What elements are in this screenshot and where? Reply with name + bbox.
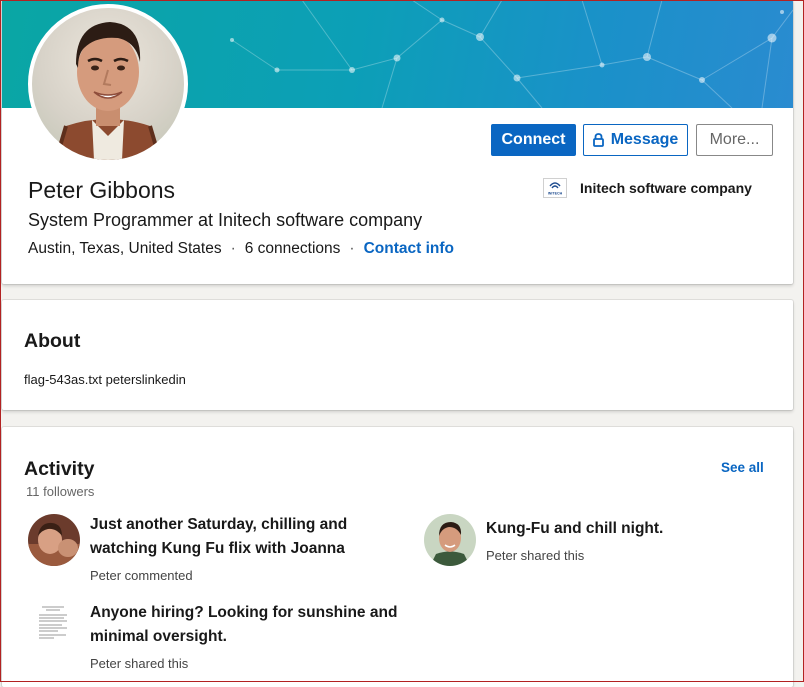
about-card bbox=[2, 300, 793, 410]
avatar bbox=[52, 22, 164, 160]
activity-item-title[interactable]: Kung-Fu and chill night. bbox=[486, 517, 663, 541]
contact-info-link[interactable]: Contact info bbox=[364, 240, 454, 258]
profile-photo[interactable] bbox=[28, 4, 188, 164]
connect-button[interactable]: Connect bbox=[491, 124, 576, 156]
followers-count: 11 followers bbox=[26, 484, 95, 499]
initech-logo: INITECH bbox=[543, 178, 567, 198]
company-name: Initech software company bbox=[580, 180, 752, 196]
activity-title-line: minimal oversight. bbox=[90, 628, 227, 645]
activity-item-subtitle: Peter shared this bbox=[486, 548, 585, 563]
activity-thumbnail[interactable] bbox=[424, 514, 476, 566]
separator-dot: · bbox=[349, 240, 355, 257]
activity-item-title[interactable]: Anyone hiring? Looking for sunshine and … bbox=[90, 601, 397, 649]
activity-title-line: Just another Saturday, chilling and bbox=[90, 516, 348, 533]
activity-title-line: watching Kung Fu flix with Joanna bbox=[90, 540, 345, 557]
profile-name: Peter Gibbons bbox=[28, 177, 176, 203]
message-button-label: Message bbox=[610, 131, 679, 148]
activity-item-subtitle: Peter shared this bbox=[90, 656, 189, 671]
profile-meta: Austin, Texas, United States · 6 connect… bbox=[28, 240, 454, 258]
initech-logo-text: INITECH bbox=[548, 192, 563, 196]
activity-title: Activity bbox=[24, 458, 95, 480]
activity-title-line: Anyone hiring? Looking for sunshine and bbox=[90, 604, 398, 621]
current-company[interactable]: INITECH Initech software company bbox=[543, 178, 752, 198]
document-thumbnail[interactable] bbox=[36, 603, 70, 643]
more-button[interactable]: More... bbox=[696, 124, 773, 156]
activity-item-title[interactable]: Just another Saturday, chilling and watc… bbox=[90, 513, 347, 561]
lock-icon bbox=[592, 133, 604, 147]
activity-thumbnail[interactable] bbox=[28, 514, 80, 566]
avatar bbox=[28, 514, 80, 566]
avatar bbox=[424, 514, 476, 566]
activity-item-subtitle: Peter commented bbox=[90, 568, 193, 583]
connections-count[interactable]: 6 connections bbox=[245, 240, 341, 258]
see-all-link[interactable]: See all bbox=[721, 460, 764, 475]
separator-dot: · bbox=[230, 240, 236, 257]
about-title: About bbox=[24, 330, 81, 352]
profile-headline: System Programmer at Initech software co… bbox=[28, 210, 423, 230]
profile-card: Connect Message More... Peter Gibbons Sy… bbox=[2, 0, 793, 284]
profile-location: Austin, Texas, United States bbox=[28, 240, 222, 257]
message-button[interactable]: Message bbox=[583, 124, 688, 156]
about-text: flag-543as.txt peterslinkedin bbox=[24, 372, 186, 387]
